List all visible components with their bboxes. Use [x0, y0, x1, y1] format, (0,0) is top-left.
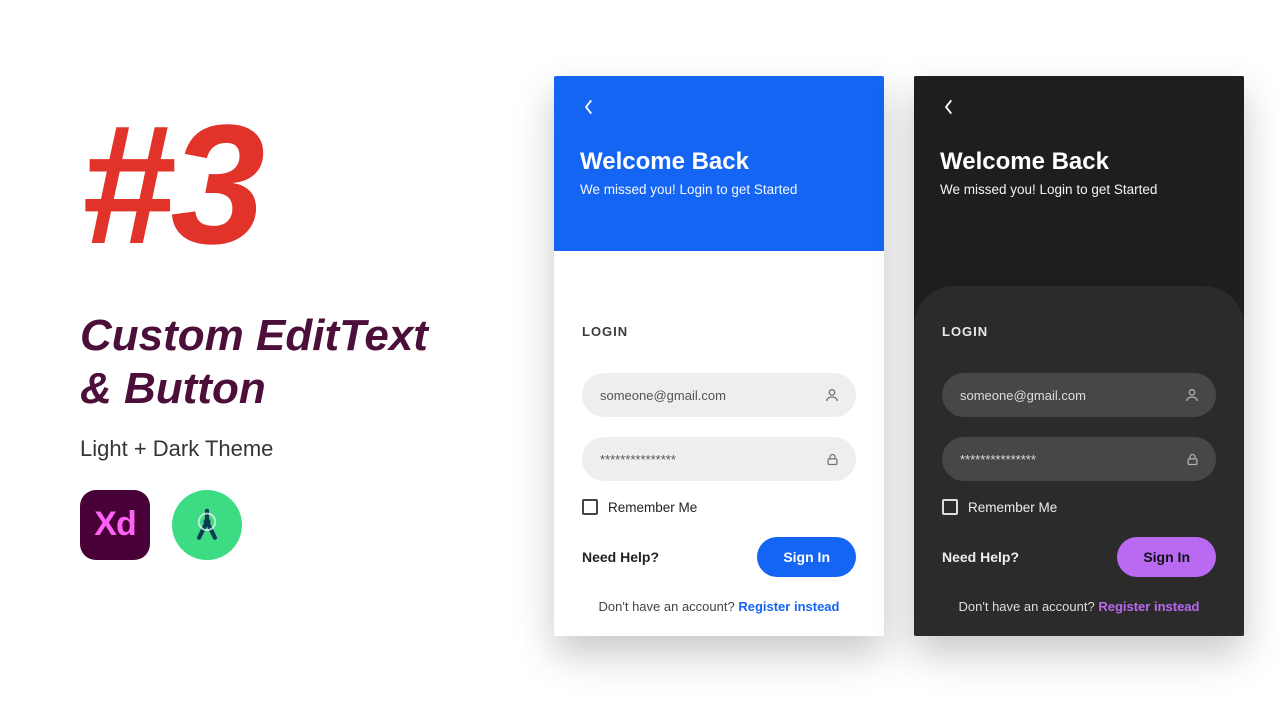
register-link[interactable]: Register instead: [1098, 599, 1199, 614]
remember-me-row[interactable]: Remember Me: [942, 499, 1216, 515]
user-icon: [1184, 387, 1200, 403]
email-placeholder: someone@gmail.com: [600, 388, 726, 403]
android-studio-logo-icon: [172, 490, 242, 560]
remember-label: Remember Me: [968, 500, 1057, 515]
remember-label: Remember Me: [608, 500, 697, 515]
register-footer: Don't have an account? Register instead: [554, 599, 884, 614]
login-section-label: LOGIN: [942, 324, 1216, 339]
no-account-text: Don't have an account?: [959, 599, 1099, 614]
password-field[interactable]: ***************: [582, 437, 856, 481]
sign-in-button[interactable]: Sign In: [1117, 537, 1216, 577]
password-field[interactable]: ***************: [942, 437, 1216, 481]
promo-title: Custom EditText & Button: [80, 310, 520, 416]
episode-number: #3: [80, 100, 520, 270]
password-placeholder: ***************: [600, 452, 676, 467]
remember-checkbox[interactable]: [942, 499, 958, 515]
lock-icon: [825, 452, 840, 467]
promo-panel: #3 Custom EditText & Button Light + Dark…: [80, 100, 520, 560]
register-link[interactable]: Register instead: [738, 599, 839, 614]
back-icon[interactable]: [582, 96, 596, 122]
password-placeholder: ***************: [960, 452, 1036, 467]
login-section-label: LOGIN: [582, 324, 856, 339]
light-theme-mock: Welcome Back We missed you! Login to get…: [554, 76, 884, 636]
welcome-subtitle: We missed you! Login to get Started: [580, 182, 858, 197]
need-help-link[interactable]: Need Help?: [582, 549, 659, 565]
welcome-title: Welcome Back: [940, 148, 1218, 176]
email-field[interactable]: someone@gmail.com: [582, 373, 856, 417]
promo-title-line2: & Button: [80, 364, 266, 413]
no-account-text: Don't have an account?: [599, 599, 739, 614]
lock-icon: [1185, 452, 1200, 467]
adobe-xd-logo-icon: Xd: [80, 490, 150, 560]
email-field[interactable]: someone@gmail.com: [942, 373, 1216, 417]
remember-me-row[interactable]: Remember Me: [582, 499, 856, 515]
welcome-title: Welcome Back: [580, 148, 858, 176]
register-footer: Don't have an account? Register instead: [914, 599, 1244, 614]
dark-theme-mock: Welcome Back We missed you! Login to get…: [914, 76, 1244, 636]
email-placeholder: someone@gmail.com: [960, 388, 1086, 403]
sign-in-label: Sign In: [1143, 549, 1190, 565]
promo-subtitle: Light + Dark Theme: [80, 436, 520, 462]
sign-in-button[interactable]: Sign In: [757, 537, 856, 577]
adobe-xd-label: Xd: [94, 505, 135, 544]
welcome-subtitle: We missed you! Login to get Started: [940, 182, 1218, 197]
user-icon: [824, 387, 840, 403]
remember-checkbox[interactable]: [582, 499, 598, 515]
promo-title-line1: Custom EditText: [80, 311, 428, 360]
back-icon[interactable]: [942, 96, 956, 122]
need-help-link[interactable]: Need Help?: [942, 549, 1019, 565]
sign-in-label: Sign In: [783, 549, 830, 565]
